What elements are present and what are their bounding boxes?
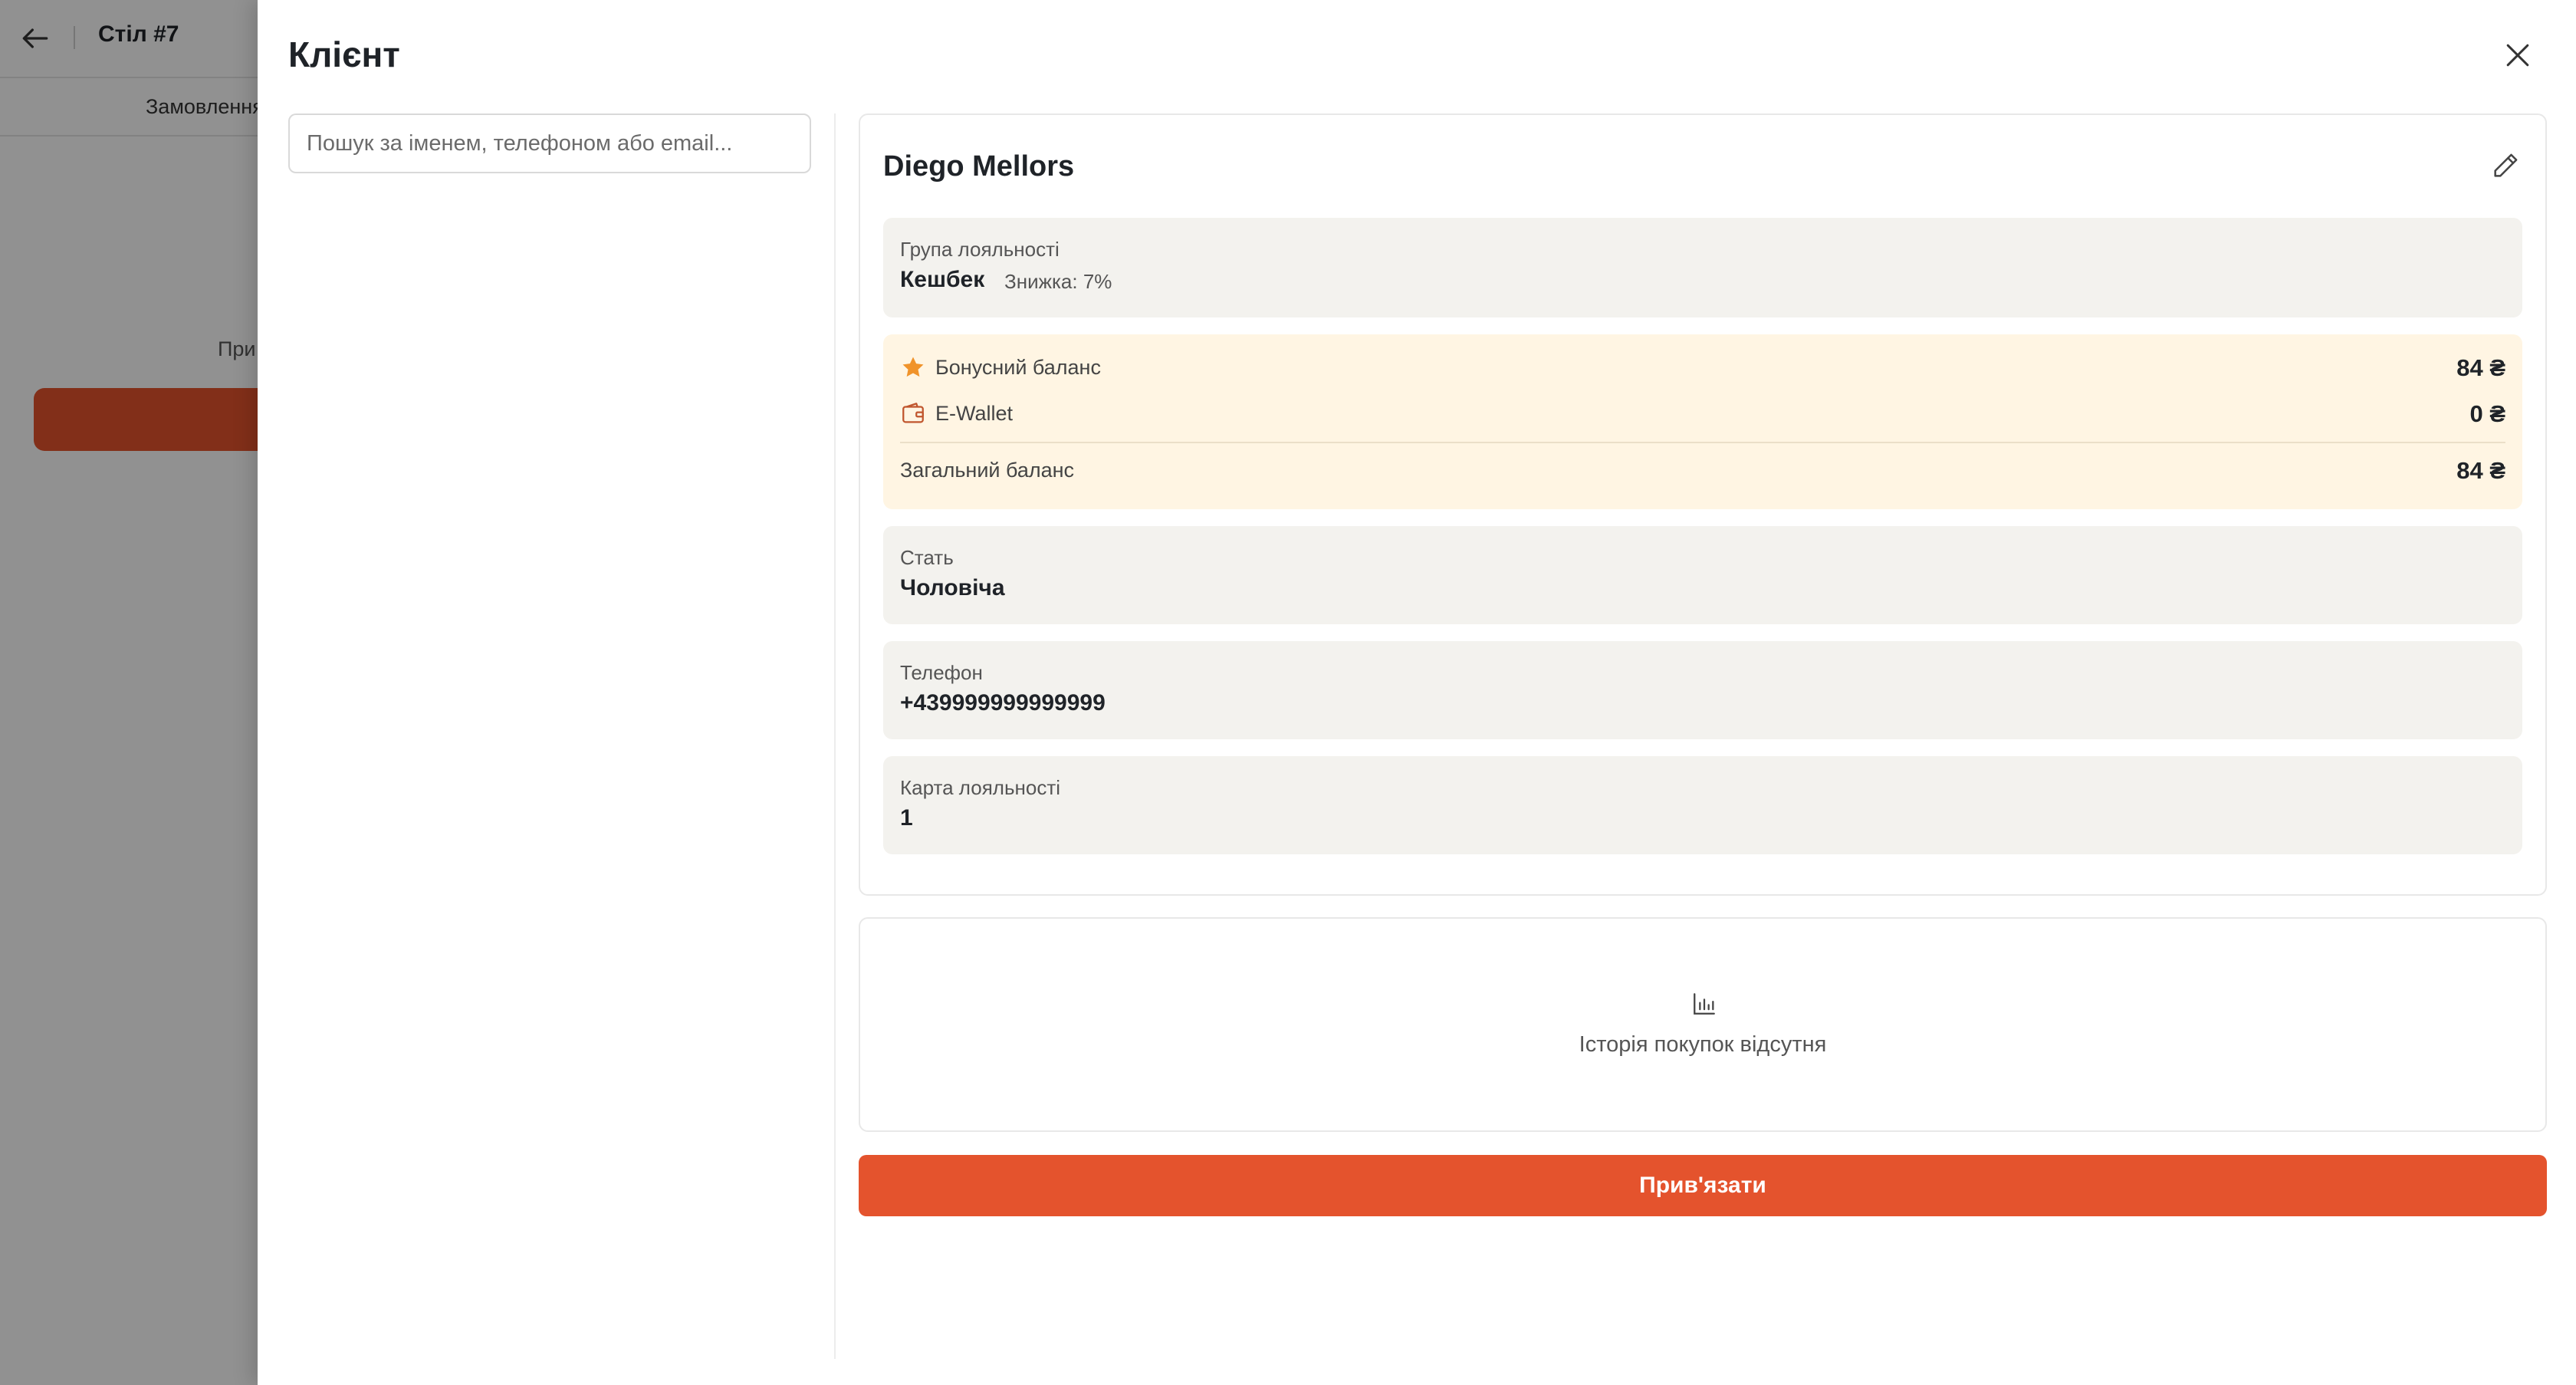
- loyalty-discount: Знижка: 7%: [1004, 270, 1112, 293]
- bind-client-button[interactable]: Прив'язати: [859, 1155, 2547, 1216]
- client-drawer: Клієнт Diego Mellors Група лояльності Ке…: [258, 0, 2576, 1385]
- panel-divider: [834, 113, 836, 1359]
- wallet-balance-label: E-Wallet: [935, 402, 1014, 425]
- loyalty-card-value: 1: [900, 805, 913, 831]
- client-name: Diego Mellors: [883, 150, 1075, 183]
- phone-box: Телефон +439999999999999: [883, 641, 2522, 739]
- bar-chart-icon: [1694, 993, 1715, 1015]
- total-balance-value: 84 ₴: [2456, 457, 2505, 484]
- balance-box: Бонусний баланс 84 ₴ E-Wallet 0 ₴ Загаль…: [883, 334, 2522, 509]
- gender-label: Стать: [900, 546, 954, 569]
- loyalty-group-label: Група лояльності: [900, 238, 1060, 261]
- phone-label: Телефон: [900, 661, 983, 684]
- close-icon[interactable]: [2501, 38, 2535, 72]
- wallet-icon: [902, 403, 924, 423]
- phone-value: +439999999999999: [900, 690, 1106, 716]
- wallet-balance-value: 0 ₴: [2469, 400, 2505, 427]
- bonus-balance-row: Бонусний баланс 84 ₴: [900, 350, 2505, 383]
- loyalty-card-box: Карта лояльності 1: [883, 756, 2522, 854]
- edit-pencil-icon[interactable]: [2490, 150, 2521, 181]
- drawer-title: Клієнт: [288, 35, 400, 74]
- loyalty-group-name: Кешбек: [900, 267, 985, 292]
- star-icon: [902, 357, 924, 377]
- total-balance-label: Загальний баланс: [900, 459, 1075, 482]
- bonus-balance-value: 84 ₴: [2456, 354, 2505, 381]
- gender-value: Чоловіча: [900, 575, 1005, 600]
- balance-separator: [900, 442, 2505, 443]
- client-search-input[interactable]: [288, 113, 811, 173]
- purchase-history-card: Історія покупок відсутня: [859, 917, 2547, 1132]
- history-empty-text: Історія покупок відсутня: [1579, 1032, 1827, 1057]
- loyalty-group-box: Група лояльності Кешбек Знижка: 7%: [883, 218, 2522, 317]
- client-card: Diego Mellors Група лояльності Кешбек Зн…: [859, 113, 2547, 896]
- loyalty-card-label: Карта лояльності: [900, 776, 1061, 799]
- gender-box: Стать Чоловіча: [883, 526, 2522, 624]
- bonus-balance-label: Бонусний баланс: [935, 356, 1101, 379]
- wallet-balance-row: E-Wallet 0 ₴: [900, 396, 2505, 429]
